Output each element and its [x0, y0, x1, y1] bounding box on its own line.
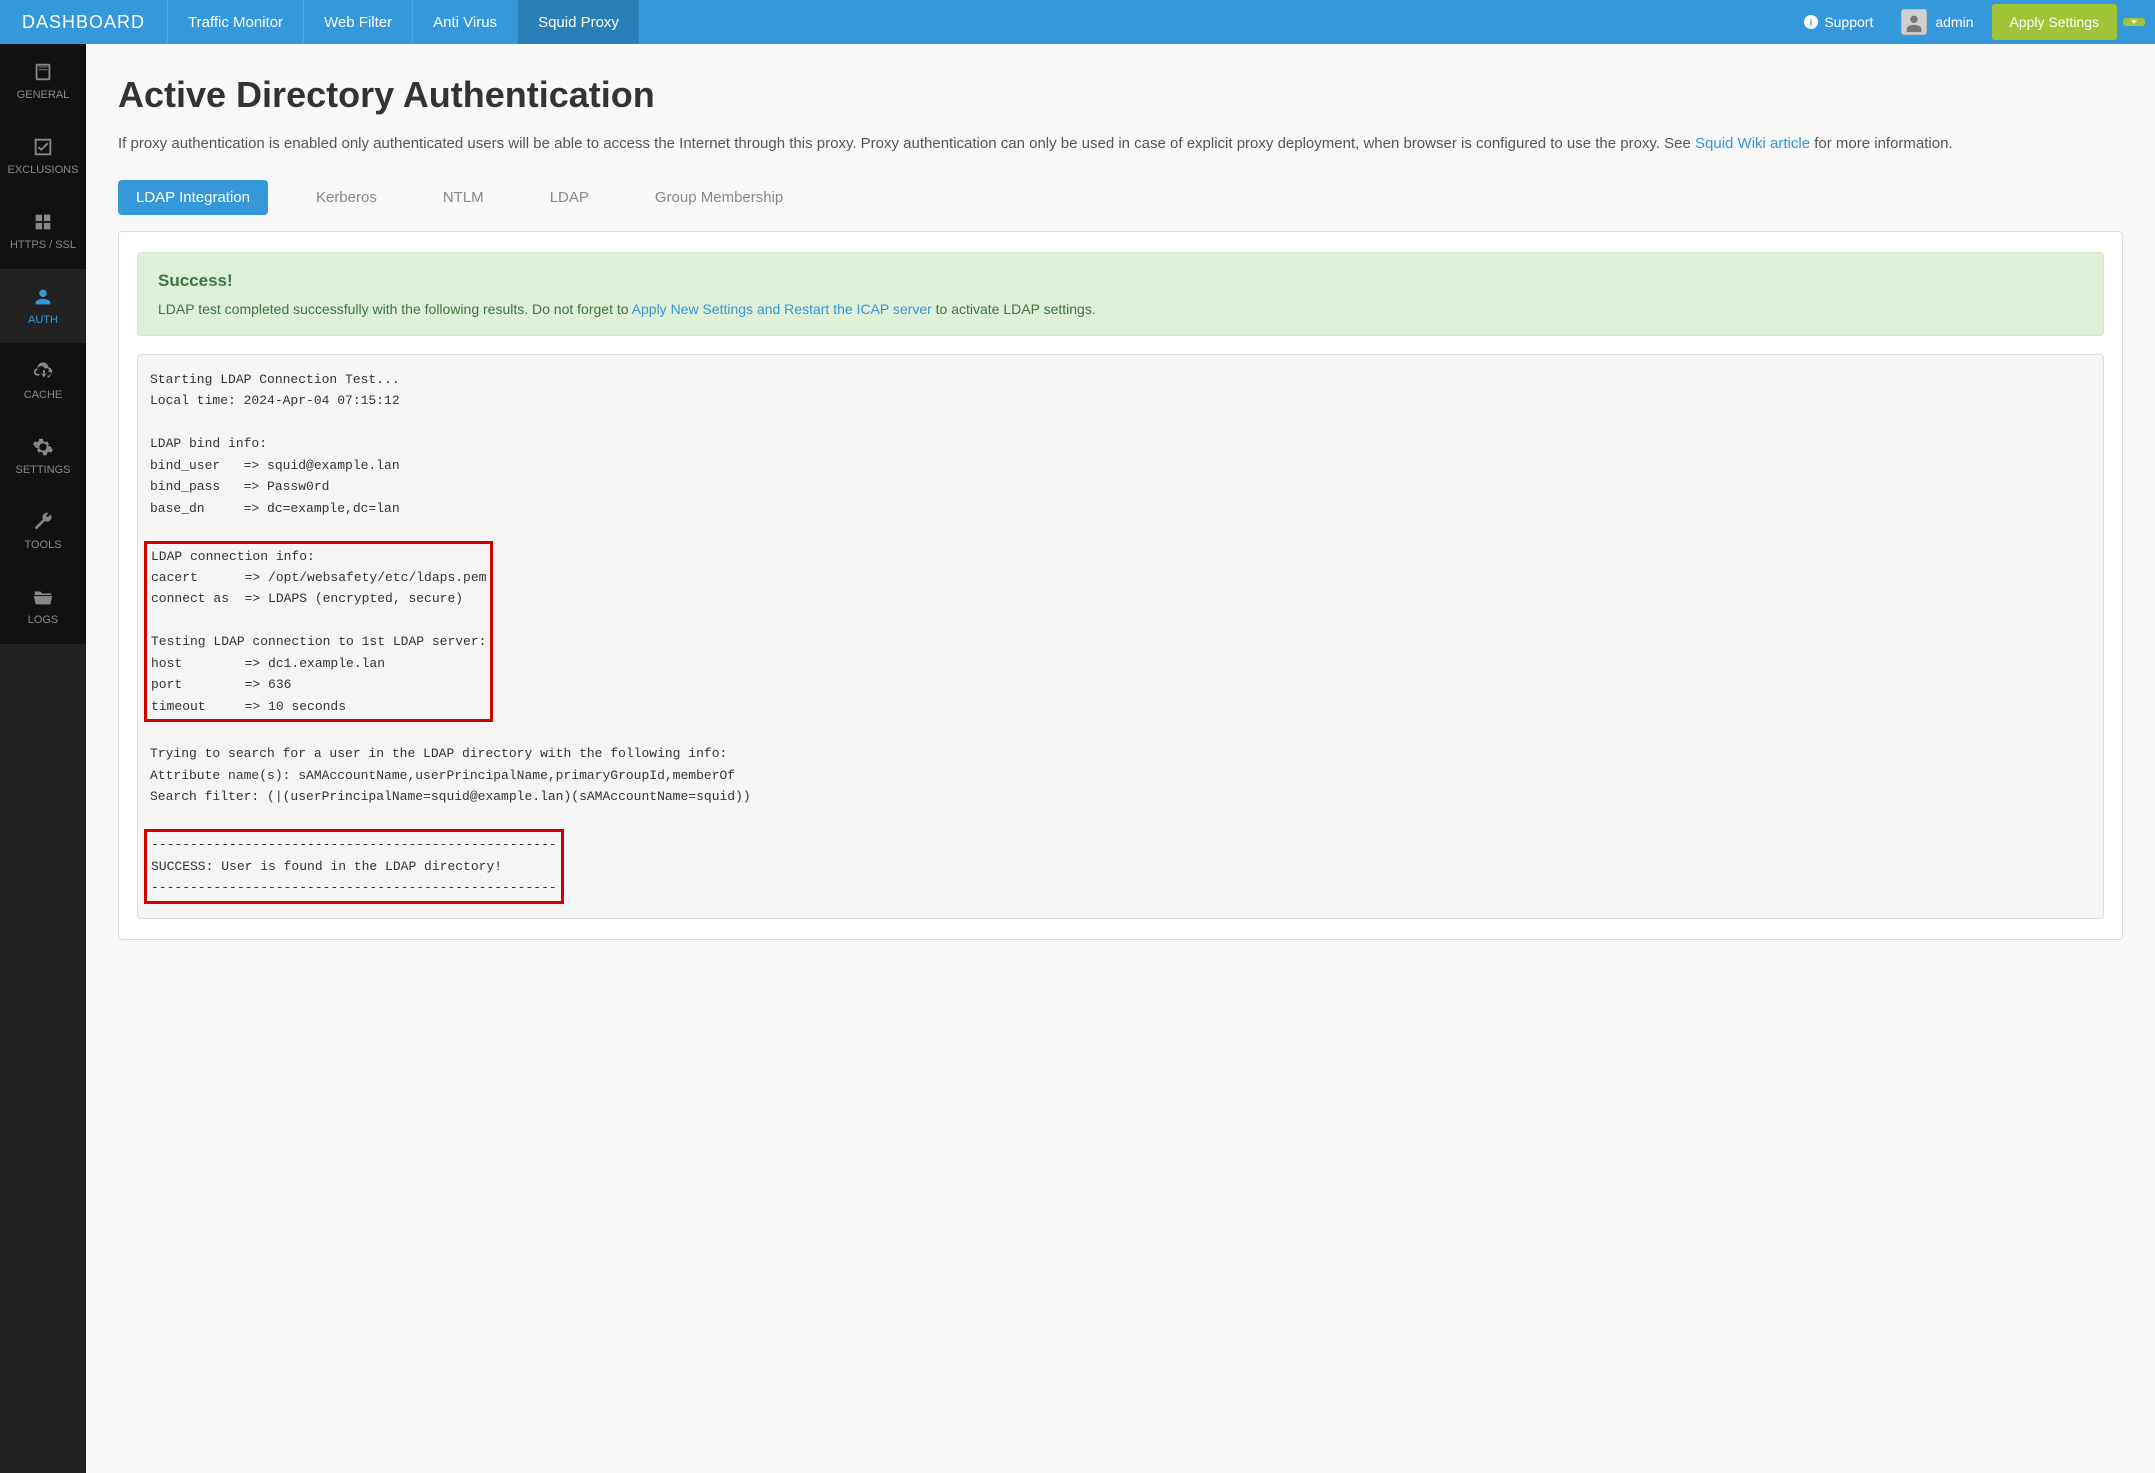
support-label: Support	[1824, 14, 1873, 30]
cloud-download-icon	[32, 361, 54, 383]
console-block: Trying to search for a user in the LDAP …	[150, 746, 751, 804]
sidebar-label: GENERAL	[17, 89, 70, 101]
gear-icon	[32, 436, 54, 458]
avatar-icon	[1901, 9, 1927, 35]
chevron-down-icon	[2130, 18, 2138, 26]
sidebar-item-settings[interactable]: SETTINGS	[0, 419, 86, 494]
sidebar-label: LOGS	[28, 614, 59, 626]
page-title: Active Directory Authentication	[118, 74, 2123, 116]
tab-ntlm[interactable]: NTLM	[425, 180, 502, 215]
grid-icon	[32, 211, 54, 233]
tab-group-membership[interactable]: Group Membership	[637, 180, 801, 215]
topnav-anti-virus[interactable]: Anti Virus	[412, 0, 517, 44]
wrench-icon	[32, 511, 54, 533]
sidebar-label: AUTH	[28, 314, 58, 326]
tab-ldap[interactable]: LDAP	[532, 180, 607, 215]
topnav-web-filter[interactable]: Web Filter	[303, 0, 412, 44]
topnav-squid-proxy[interactable]: Squid Proxy	[517, 0, 639, 44]
sidebar-item-logs[interactable]: LOGS	[0, 569, 86, 644]
panel: Success! LDAP test completed successfull…	[118, 231, 2123, 940]
sidebar-item-https-ssl[interactable]: HTTPS / SSL	[0, 194, 86, 269]
alert-text: LDAP test completed successfully with th…	[158, 301, 632, 317]
sidebar-item-exclusions[interactable]: EXCLUSIONS	[0, 119, 86, 194]
squid-wiki-link[interactable]: Squid Wiki article	[1695, 135, 1810, 152]
desc-text: for more information.	[1810, 135, 1953, 152]
book-icon	[32, 61, 54, 83]
checkbox-icon	[32, 136, 54, 158]
folder-open-icon	[32, 586, 54, 608]
console-block: Starting LDAP Connection Test... Local t…	[150, 372, 400, 516]
tab-row: LDAP Integration Kerberos NTLM LDAP Grou…	[118, 180, 2123, 215]
desc-text: If proxy authentication is enabled only …	[118, 135, 1695, 152]
alert-heading: Success!	[158, 271, 2083, 291]
sidebar-label: TOOLS	[24, 539, 61, 551]
topnav-traffic-monitor[interactable]: Traffic Monitor	[167, 0, 303, 44]
sidebar-item-tools[interactable]: TOOLS	[0, 494, 86, 569]
apply-restart-link[interactable]: Apply New Settings and Restart the ICAP …	[632, 301, 932, 317]
sidebar: GENERAL EXCLUSIONS HTTPS / SSL AUTH CACH…	[0, 44, 86, 1473]
alert-success: Success! LDAP test completed successfull…	[137, 252, 2104, 336]
highlight-box-connection: LDAP connection info: cacert => /opt/web…	[144, 541, 493, 723]
svg-text:i: i	[1810, 18, 1813, 29]
apply-settings-dropdown[interactable]	[2123, 18, 2145, 26]
sidebar-label: SETTINGS	[15, 464, 70, 476]
brand-logo[interactable]: DASHBOARD	[0, 0, 167, 44]
sidebar-label: EXCLUSIONS	[8, 164, 79, 176]
support-link[interactable]: i Support	[1788, 14, 1889, 30]
page-description: If proxy authentication is enabled only …	[118, 132, 2123, 156]
info-icon: i	[1804, 15, 1818, 29]
top-nav: DASHBOARD Traffic Monitor Web Filter Ant…	[0, 0, 2155, 44]
main-content: Active Directory Authentication If proxy…	[86, 44, 2155, 1473]
alert-body: LDAP test completed successfully with th…	[158, 301, 2083, 317]
sidebar-label: CACHE	[24, 389, 63, 401]
user-menu[interactable]: admin	[1935, 14, 1991, 30]
apply-settings-button[interactable]: Apply Settings	[1992, 4, 2118, 40]
tab-kerberos[interactable]: Kerberos	[298, 180, 395, 215]
sidebar-item-general[interactable]: GENERAL	[0, 44, 86, 119]
sidebar-item-auth[interactable]: AUTH	[0, 269, 86, 344]
user-icon	[32, 286, 54, 308]
highlight-box-success: ----------------------------------------…	[144, 829, 564, 903]
tab-ldap-integration[interactable]: LDAP Integration	[118, 180, 268, 215]
console-output: Starting LDAP Connection Test... Local t…	[137, 354, 2104, 919]
alert-text: to activate LDAP settings.	[932, 301, 1096, 317]
sidebar-label: HTTPS / SSL	[10, 239, 76, 251]
sidebar-item-cache[interactable]: CACHE	[0, 344, 86, 419]
